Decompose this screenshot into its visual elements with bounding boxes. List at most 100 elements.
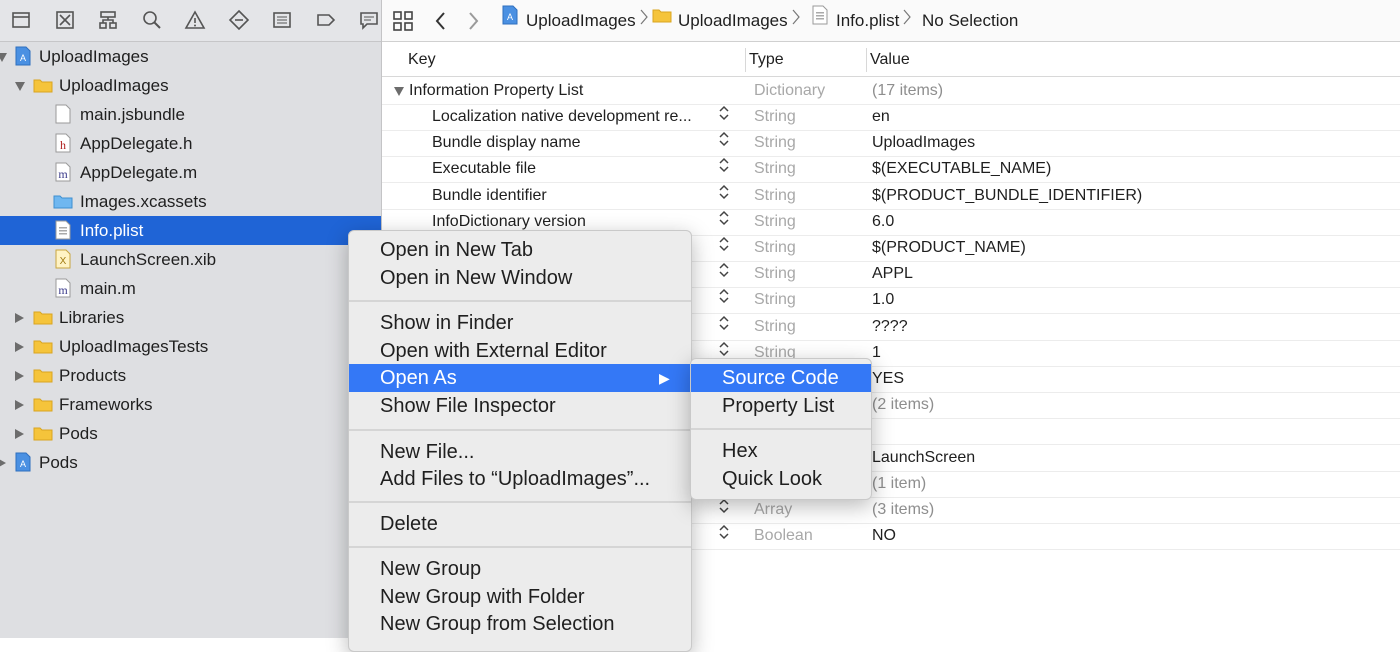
warning-navigator-icon[interactable] (184, 9, 206, 31)
folder-navigator-icon[interactable] (10, 9, 32, 31)
breadcrumb-item[interactable]: UploadImages (652, 0, 800, 41)
context-menu-item[interactable]: Delete (349, 510, 691, 538)
context-menu-item[interactable]: New Group (349, 555, 691, 583)
plist-value[interactable]: APPL (872, 261, 913, 287)
submenu-item[interactable]: Property List (691, 392, 871, 420)
forward-button[interactable] (466, 0, 480, 41)
context-menu-item[interactable]: New File... (349, 438, 691, 466)
test-navigator-icon[interactable] (228, 9, 250, 31)
hierarchy-navigator-icon[interactable] (97, 9, 119, 31)
project-icon: A (13, 46, 33, 66)
plist-row[interactable]: Executable file String $(EXECUTABLE_NAME) (382, 156, 1400, 184)
tree-item[interactable]: X LaunchScreen.xib (0, 245, 381, 274)
tree-item[interactable]: Libraries (0, 303, 381, 332)
key-column-header[interactable]: Key (408, 42, 436, 78)
value-column-header[interactable]: Value (870, 42, 910, 78)
context-menu-item[interactable]: Open with External Editor (349, 337, 691, 365)
context-menu-item[interactable]: Open in New Tab (349, 236, 691, 264)
submenu-item[interactable]: Hex (691, 437, 871, 465)
tree-item[interactable]: Info.plist (0, 216, 381, 245)
breakpoint-navigator-icon[interactable] (315, 9, 337, 31)
plist-row[interactable]: Bundle identifier String $(PRODUCT_BUNDLE_… (382, 183, 1400, 210)
plist-value[interactable]: NO (872, 523, 896, 549)
breadcrumb-chevron-icon (792, 0, 800, 40)
type-stepper-icon[interactable] (718, 235, 730, 253)
context-menu-item[interactable]: Show in Finder (349, 309, 691, 337)
disclosure-right-icon[interactable] (15, 313, 24, 323)
plist-row[interactable]: Bundle display name String UploadImages (382, 130, 1400, 158)
breadcrumb-item[interactable]: No Selection (922, 0, 1018, 41)
submenu-item[interactable]: Quick Look (691, 465, 871, 493)
search-navigator-icon[interactable] (141, 9, 163, 31)
debug-navigator-icon[interactable] (271, 9, 293, 31)
disclosure-down-icon[interactable] (0, 53, 7, 62)
plist-value[interactable]: 1.0 (872, 287, 894, 313)
tree-item[interactable]: m main.m (0, 274, 381, 303)
plist-value[interactable]: (1 item) (872, 471, 926, 497)
type-stepper-icon[interactable] (718, 314, 730, 332)
tree-item[interactable]: Pods (0, 419, 381, 448)
file-icon (53, 104, 73, 124)
context-menu-item[interactable]: Open in New Window (349, 264, 691, 292)
type-column-header[interactable]: Type (749, 42, 784, 78)
context-menu-item[interactable]: Add Files to “UploadImages”... (349, 465, 691, 493)
tree-item[interactable]: A Pods (0, 448, 381, 477)
type-stepper-icon[interactable] (718, 104, 730, 122)
type-stepper-icon[interactable] (718, 340, 730, 358)
type-stepper-icon[interactable] (718, 261, 730, 279)
plist-value[interactable]: 6.0 (872, 209, 894, 235)
tree-item[interactable]: main.jsbundle (0, 100, 381, 129)
context-menu-item[interactable]: Open As ▶ (349, 364, 691, 392)
submenu-item[interactable]: Source Code (691, 364, 871, 392)
disclosure-down-icon[interactable] (15, 82, 25, 91)
plist-type: String (754, 108, 796, 125)
tree-item[interactable]: h AppDelegate.h (0, 129, 381, 158)
disclosure-right-icon[interactable] (0, 458, 6, 468)
tree-item[interactable]: Products (0, 361, 381, 390)
plist-value[interactable]: ???? (872, 314, 908, 340)
menu-item-label: New Group with Folder (380, 586, 585, 608)
plist-row[interactable]: Localization native development re... Str… (382, 104, 1400, 131)
menu-item-label: Show File Inspector (380, 395, 556, 417)
tree-item[interactable]: Images.xcassets (0, 187, 381, 216)
plist-value[interactable]: YES (872, 366, 904, 392)
breadcrumb-item[interactable]: A UploadImages (500, 0, 648, 41)
type-stepper-icon[interactable] (718, 287, 730, 305)
plist-value[interactable]: LaunchScreen (872, 445, 975, 471)
report-navigator-icon[interactable] (358, 9, 380, 31)
disclosure-right-icon[interactable] (15, 400, 24, 410)
type-stepper-icon[interactable] (718, 209, 730, 227)
plist-value[interactable]: UploadImages (872, 130, 975, 156)
objc-file-icon: m (53, 278, 73, 298)
plist-value[interactable]: $(EXECUTABLE_NAME) (872, 156, 1051, 182)
project-icon: A (500, 0, 520, 40)
context-menu-item[interactable]: New Group from Selection (349, 610, 691, 638)
source-control-navigator-icon[interactable] (54, 9, 76, 31)
type-stepper-icon[interactable] (718, 523, 730, 541)
tree-item[interactable]: A UploadImages (0, 42, 381, 71)
tree-item[interactable]: Frameworks (0, 390, 381, 419)
disclosure-right-icon[interactable] (15, 429, 24, 439)
disclosure-right-icon[interactable] (15, 342, 24, 352)
disclosure-down-icon[interactable] (394, 87, 404, 96)
context-menu-item[interactable]: New Group with Folder (349, 583, 691, 611)
plist-value[interactable]: (2 items) (872, 392, 934, 418)
grid-icon[interactable] (392, 0, 414, 41)
type-stepper-icon[interactable] (718, 130, 730, 148)
plist-value[interactable]: (3 items) (872, 497, 934, 523)
type-stepper-icon[interactable] (718, 183, 730, 201)
tree-item[interactable]: UploadImages (0, 71, 381, 100)
plist-value[interactable]: $(PRODUCT_NAME) (872, 235, 1026, 261)
back-button[interactable] (434, 0, 448, 41)
tree-item[interactable]: UploadImagesTests (0, 332, 381, 361)
menu-item-label: New Group from Selection (380, 613, 615, 635)
breadcrumb-item[interactable]: Info.plist (810, 0, 912, 41)
type-stepper-icon[interactable] (718, 156, 730, 174)
disclosure-right-icon[interactable] (15, 371, 24, 381)
context-menu-item[interactable]: Show File Inspector (349, 392, 691, 420)
plist-root-row[interactable]: Information Property List Dictionary (17… (382, 78, 1400, 105)
tree-item[interactable]: m AppDelegate.m (0, 158, 381, 187)
plist-value[interactable]: en (872, 104, 890, 130)
plist-value[interactable]: 1 (872, 340, 881, 366)
plist-value[interactable]: $(PRODUCT_BUNDLE_IDENTIFIER) (872, 183, 1142, 209)
